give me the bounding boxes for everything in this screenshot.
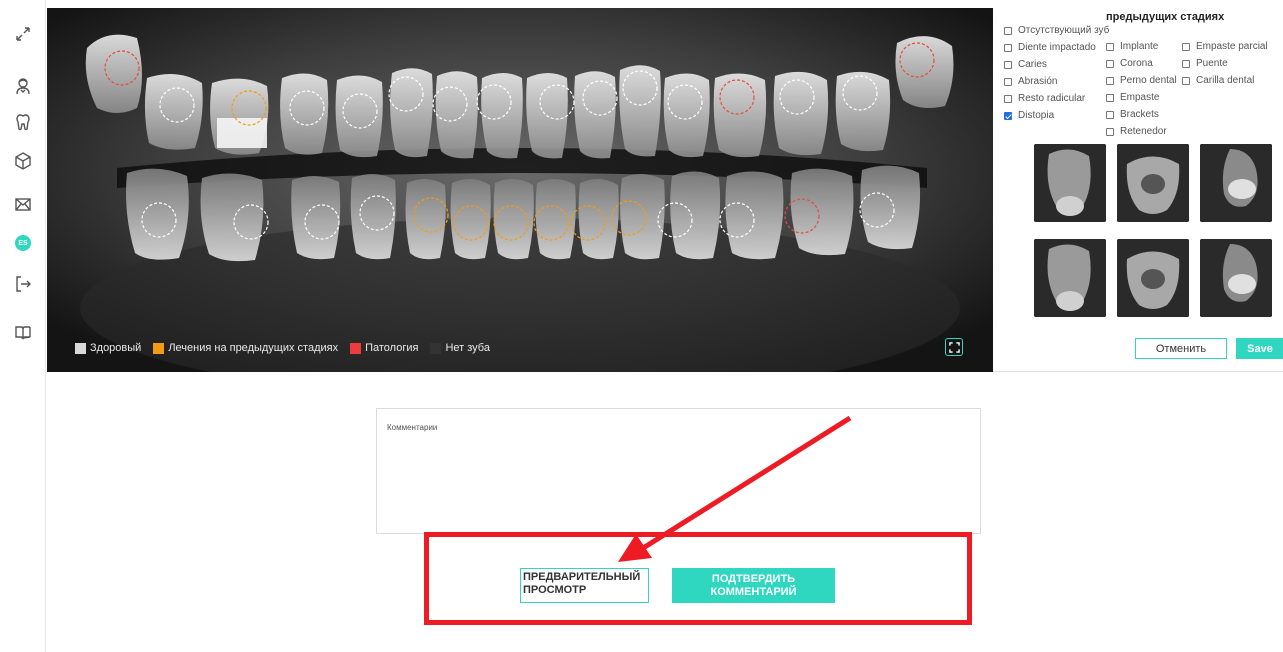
legend-swatch-treated	[153, 342, 165, 354]
legend-label-pathology: Патология	[365, 342, 419, 354]
checkbox-retainer[interactable]: Retenedor	[1106, 123, 1177, 140]
checkbox-label: Resto radicular	[1018, 93, 1086, 104]
checkbox-abrasion[interactable]: Abrasión	[1004, 73, 1109, 90]
checkbox-label: Diente impactado	[1018, 42, 1096, 53]
checkbox-box[interactable]	[1106, 76, 1114, 85]
cube-icon[interactable]	[11, 149, 35, 173]
language-badge: ES	[15, 235, 31, 251]
checkbox-box[interactable]	[1182, 59, 1190, 68]
checkbox-label: Implante	[1120, 41, 1159, 52]
checkbox-box[interactable]	[1106, 93, 1114, 102]
checkbox-distopia[interactable]: Distopia	[1004, 107, 1109, 124]
logout-icon[interactable]	[11, 272, 35, 296]
legend-missing: Нет зуба	[430, 342, 490, 354]
confirm-comment-button[interactable]: ПОДТВЕРДИТЬ КОММЕНТАРИЙ	[672, 568, 835, 603]
legend-swatch-pathology	[350, 342, 362, 354]
tooth-thumbnail[interactable]	[1200, 239, 1272, 317]
checkbox-label: Distopia	[1018, 110, 1055, 121]
checkbox-box[interactable]	[1004, 77, 1012, 86]
tooth-thumbnail[interactable]	[1200, 144, 1272, 222]
checkbox-box-checked[interactable]	[1004, 111, 1012, 120]
cancel-button[interactable]: Отменить	[1135, 338, 1227, 359]
checkbox-label: Corona	[1120, 58, 1153, 69]
book-icon[interactable]	[11, 320, 35, 344]
checkbox-box[interactable]	[1004, 43, 1012, 52]
fullscreen-icon	[948, 341, 960, 353]
checkbox-label: Retenedor	[1120, 126, 1167, 137]
checkbox-label: Отсутствующий зуб	[1018, 25, 1110, 36]
checkbox-box[interactable]	[1106, 59, 1114, 68]
mail-icon[interactable]	[11, 192, 35, 216]
annotation-arrow	[618, 415, 852, 562]
checkbox-column-1: Отсутствующий зуб Diente impactado Carie…	[1004, 22, 1109, 124]
panoramic-xray-image	[47, 8, 993, 372]
diagnosis-panel: предыдущих стадиях Отсутствующий зуб Die…	[993, 0, 1283, 372]
xray-legend: Здоровый Лечения на предыдущих стадиях П…	[75, 342, 496, 354]
checkbox-brackets[interactable]: Brackets	[1106, 106, 1177, 123]
checkbox-box[interactable]	[1182, 76, 1190, 85]
app-root: ES Здоровый Лечения на предыдущих стадия…	[0, 0, 1283, 652]
tooth-thumbnail[interactable]	[1034, 239, 1106, 317]
checkbox-label: Empaste parcial	[1196, 41, 1268, 52]
checkbox-box[interactable]	[1004, 26, 1012, 35]
checkbox-column-3: Empaste parcial Puente Carilla dental	[1182, 38, 1268, 89]
checkbox-box[interactable]	[1106, 42, 1114, 51]
checkbox-label: Carilla dental	[1196, 75, 1255, 86]
checkbox-label: Perno dental	[1120, 75, 1177, 86]
tooth-thumbnail[interactable]	[1034, 144, 1106, 222]
checkbox-label: Brackets	[1120, 109, 1159, 120]
xray-viewer[interactable]: Здоровый Лечения на предыдущих стадиях П…	[47, 8, 993, 372]
checkbox-box[interactable]	[1182, 42, 1190, 51]
fullscreen-button[interactable]	[945, 338, 963, 356]
checkbox-label: Puente	[1196, 58, 1228, 69]
legend-swatch-healthy	[75, 342, 86, 354]
legend-swatch-missing	[430, 342, 442, 354]
comments-placeholder: Комментарии	[387, 423, 438, 432]
checkbox-partial-filling[interactable]: Empaste parcial	[1182, 38, 1268, 55]
checkbox-bridge[interactable]: Puente	[1182, 55, 1268, 72]
expand-icon[interactable]	[11, 22, 35, 46]
checkbox-label: Caries	[1018, 59, 1047, 70]
checkbox-filling[interactable]: Empaste	[1106, 89, 1177, 106]
checkbox-root-remnant[interactable]: Resto radicular	[1004, 90, 1109, 107]
checkbox-box[interactable]	[1004, 60, 1012, 69]
dentist-icon[interactable]	[11, 74, 35, 98]
checkbox-crown[interactable]: Corona	[1106, 55, 1177, 72]
tooth-icon[interactable]	[11, 110, 35, 134]
legend-label-treated: Лечения на предыдущих стадиях	[168, 342, 339, 354]
legend-healthy: Здоровый	[75, 342, 141, 354]
checkbox-box[interactable]	[1106, 110, 1114, 119]
panel-header: предыдущих стадиях	[1106, 11, 1225, 23]
checkbox-impacted-tooth[interactable]: Diente impactado	[1004, 39, 1109, 56]
checkbox-caries[interactable]: Caries	[1004, 56, 1109, 73]
legend-treated: Лечения на предыдущих стадиях	[153, 342, 338, 354]
checkbox-box[interactable]	[1004, 94, 1012, 103]
save-button[interactable]: Save	[1236, 338, 1283, 359]
checkbox-column-2: Implante Corona Perno dental Empaste Bra…	[1106, 38, 1177, 140]
checkbox-implant[interactable]: Implante	[1106, 38, 1177, 55]
checkbox-box[interactable]	[1106, 127, 1114, 136]
legend-pathology: Патология	[350, 342, 418, 354]
checkbox-label: Empaste	[1120, 92, 1160, 103]
tooth-thumbnail[interactable]	[1117, 239, 1189, 317]
language-icon[interactable]: ES	[11, 231, 35, 255]
tooth-thumbnail[interactable]	[1117, 144, 1189, 222]
checkbox-dental-post[interactable]: Perno dental	[1106, 72, 1177, 89]
legend-label-healthy: Здоровый	[90, 342, 142, 354]
checkbox-veneer[interactable]: Carilla dental	[1182, 72, 1268, 89]
left-sidebar: ES	[0, 0, 46, 652]
preview-button[interactable]: ПРЕДВАРИТЕЛЬНЫЙ ПРОСМОТР	[520, 568, 649, 603]
legend-label-missing: Нет зуба	[445, 342, 490, 354]
checkbox-missing-tooth[interactable]: Отсутствующий зуб	[1004, 22, 1109, 39]
checkbox-label: Abrasión	[1018, 76, 1058, 87]
